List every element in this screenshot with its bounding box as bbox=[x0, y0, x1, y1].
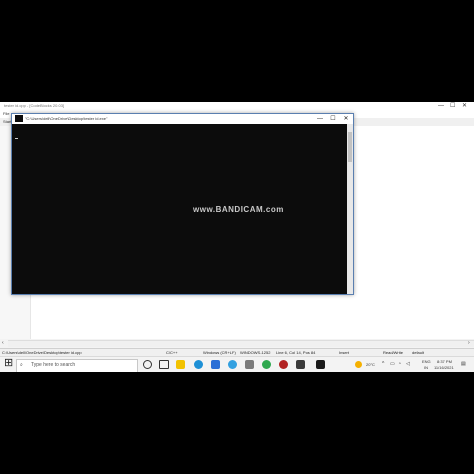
console-cursor bbox=[15, 138, 18, 139]
store-icon[interactable] bbox=[211, 360, 220, 369]
search-placeholder: Type here to search bbox=[31, 362, 76, 368]
taskbar: ⊞ ⌕ Type here to search 20°C ^ ▭ ◔ ◁ ENG… bbox=[0, 356, 474, 372]
volume-icon[interactable]: ◁ bbox=[406, 362, 410, 367]
clock-time[interactable]: 8:37 PM bbox=[437, 360, 452, 364]
console-taskbar-icon[interactable] bbox=[316, 360, 325, 369]
desktop-screen: tester id.cpp - [CodeBlocks 20.03] — ☐ ✕… bbox=[0, 102, 474, 372]
console-scroll-thumb[interactable] bbox=[348, 132, 352, 162]
tray-chevron-icon[interactable]: ^ bbox=[382, 362, 384, 367]
search-icon: ⌕ bbox=[20, 362, 23, 368]
task-view-icon[interactable] bbox=[159, 360, 169, 369]
status-encoding: WINDOWS-1252 bbox=[240, 350, 271, 355]
console-title: "C:\Users\dell\OneDrive\Desktop\tester i… bbox=[25, 116, 108, 121]
console-window[interactable]: "C:\Users\dell\OneDrive\Desktop\tester i… bbox=[11, 113, 354, 295]
console-vertical-scrollbar[interactable] bbox=[347, 124, 353, 294]
browser-icon[interactable] bbox=[228, 360, 237, 369]
editor-title: tester id.cpp - [CodeBlocks 20.03] bbox=[4, 103, 65, 108]
console-app-icon bbox=[15, 115, 23, 122]
wifi-icon[interactable]: ◔ bbox=[398, 362, 401, 367]
region-indicator[interactable]: IN bbox=[424, 366, 428, 370]
console-title-bar[interactable]: "C:\Users\dell\OneDrive\Desktop\tester i… bbox=[12, 114, 353, 124]
scroll-right-icon[interactable]: › bbox=[468, 341, 470, 346]
chrome-icon[interactable] bbox=[262, 360, 271, 369]
status-profile: default bbox=[412, 350, 425, 355]
file-explorer-icon[interactable] bbox=[176, 360, 185, 369]
cortana-icon[interactable] bbox=[143, 360, 152, 369]
weather-temp[interactable]: 20°C bbox=[366, 363, 375, 367]
app-icon-gray[interactable] bbox=[245, 360, 254, 369]
edge-icon[interactable] bbox=[194, 360, 203, 369]
clock-date[interactable]: 11/16/2021 bbox=[434, 366, 454, 370]
menu-file[interactable]: File bbox=[3, 112, 9, 116]
status-insert-mode: Insert bbox=[339, 350, 350, 355]
editor-minimize-button[interactable]: — bbox=[438, 103, 444, 109]
console-output-area[interactable] bbox=[12, 124, 347, 294]
bandicam-watermark: www.BANDICAM.com bbox=[193, 205, 284, 214]
editor-close-button[interactable]: ✕ bbox=[462, 103, 467, 109]
start-button[interactable]: ⊞ bbox=[4, 358, 13, 369]
console-close-button[interactable]: ✕ bbox=[340, 114, 352, 124]
bandicam-icon[interactable] bbox=[279, 360, 288, 369]
codeblocks-icon[interactable] bbox=[296, 360, 305, 369]
status-file-path: C:\Users\dell\OneDrive\Desktop\tester id… bbox=[2, 350, 82, 355]
network-icon[interactable]: ▭ bbox=[390, 362, 395, 367]
scroll-left-icon[interactable]: ‹ bbox=[2, 341, 4, 346]
status-access: Read/Write bbox=[383, 350, 403, 355]
taskbar-search-box[interactable]: ⌕ Type here to search bbox=[16, 359, 138, 372]
console-maximize-button[interactable]: ☐ bbox=[327, 114, 339, 124]
status-line-ending: Windows (CR+LF) bbox=[203, 350, 236, 355]
console-minimize-button[interactable]: — bbox=[314, 114, 326, 124]
editor-horizontal-scrollbar[interactable]: ‹ › bbox=[2, 340, 474, 347]
status-language: C/C++ bbox=[166, 350, 178, 355]
notification-icon[interactable]: ▤ bbox=[461, 362, 466, 367]
language-indicator[interactable]: ENG bbox=[422, 360, 431, 364]
editor-maximize-button[interactable]: ☐ bbox=[450, 103, 455, 109]
weather-icon bbox=[355, 361, 362, 368]
status-cursor-position: Line 6, Col 14, Pos 84 bbox=[276, 350, 316, 355]
